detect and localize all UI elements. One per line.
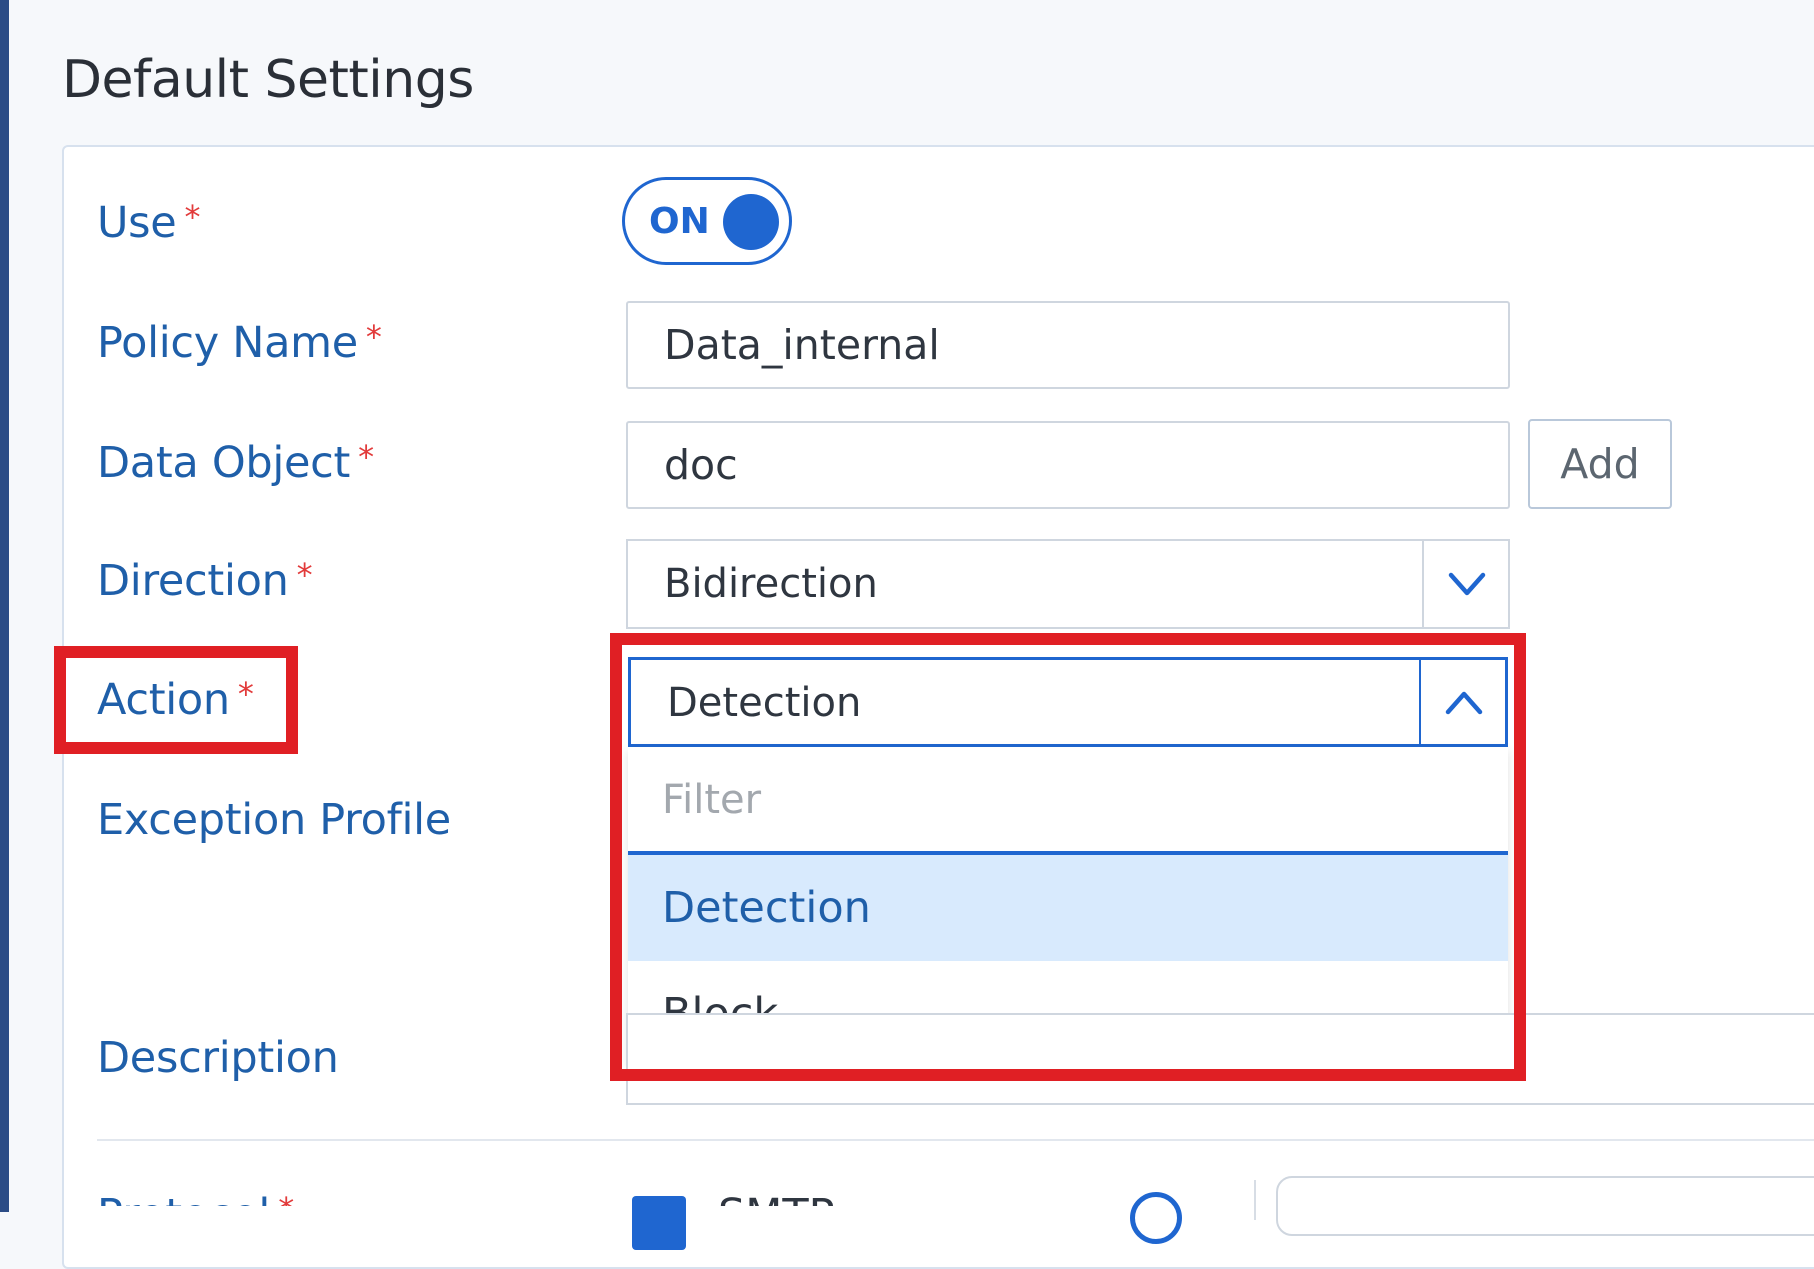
left-edge-bar — [0, 0, 9, 1212]
policy-name-input[interactable]: Data_internal — [626, 301, 1510, 389]
toggle-state-text: ON — [649, 201, 710, 242]
data-object-input[interactable]: doc — [626, 421, 1510, 509]
direction-dropdown-toggle[interactable] — [1422, 541, 1508, 627]
policy-name-label-text: Policy Name — [97, 318, 358, 368]
smtp-checkbox[interactable] — [632, 1196, 686, 1250]
toggle-knob — [723, 194, 779, 250]
action-dropdown-highlight — [610, 633, 1526, 1081]
add-data-object-button[interactable]: Add — [1528, 419, 1672, 509]
required-marker: * — [184, 198, 201, 236]
protocol-detail-box — [1276, 1176, 1814, 1236]
direction-label-text: Direction — [97, 556, 289, 606]
info-icon[interactable] — [1130, 1192, 1182, 1244]
direction-label: Direction * — [97, 556, 313, 606]
policy-name-label: Policy Name * — [97, 318, 382, 368]
section-divider — [97, 1139, 1814, 1141]
use-label: Use * — [97, 198, 200, 248]
required-marker: * — [365, 318, 382, 356]
data-object-label-text: Data Object — [97, 438, 351, 488]
required-marker: * — [358, 438, 374, 476]
direction-select-value: Bidirection — [664, 561, 878, 607]
action-label-highlight — [54, 646, 298, 754]
exception-profile-label: Exception Profile — [97, 795, 451, 845]
required-marker: * — [296, 556, 313, 594]
direction-select[interactable]: Bidirection — [626, 539, 1510, 629]
section-title: Default Settings — [62, 50, 474, 110]
data-object-label: Data Object * — [97, 438, 374, 488]
vertical-divider — [1254, 1180, 1256, 1220]
use-label-text: Use — [97, 198, 177, 248]
chevron-down-icon — [1448, 572, 1486, 596]
description-label: Description — [97, 1033, 339, 1083]
use-toggle[interactable]: ON — [622, 177, 792, 265]
